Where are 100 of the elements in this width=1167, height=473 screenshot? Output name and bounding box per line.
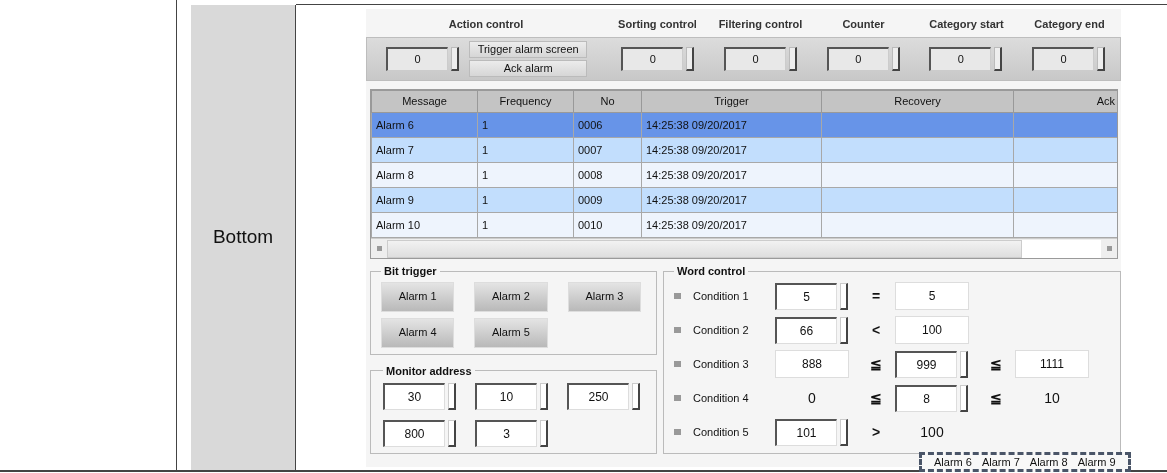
stepper-handle[interactable] <box>1097 47 1106 71</box>
number-field[interactable]: 3 <box>475 420 537 447</box>
group-title: Word control <box>676 264 747 279</box>
table-cell: 1 <box>477 187 574 213</box>
table-cell: 0009 <box>573 187 642 213</box>
stepper-handle[interactable] <box>788 47 797 71</box>
column-header[interactable]: Ack <box>1013 90 1117 113</box>
number-field[interactable]: 0 <box>386 47 449 71</box>
value-box: 5 <box>895 282 969 310</box>
stepper-handle[interactable] <box>540 420 548 447</box>
value-box: 1111 <box>1015 350 1089 378</box>
column-header[interactable]: Frequency <box>477 90 574 113</box>
condition-label: Condition 4 <box>693 390 750 406</box>
condition-label: Condition 2 <box>693 322 750 338</box>
table-cell: 1 <box>477 137 574 163</box>
value-text: 100 <box>919 422 945 442</box>
table-cell: 1 <box>477 162 574 188</box>
value-text: 0 <box>807 388 817 408</box>
table-row[interactable]: Alarm 7 1 0007 14:25:38 09/20/2017 <box>371 137 1117 163</box>
operator-symbol: ≦ <box>990 354 1002 374</box>
table-cell: 14:25:38 09/20/2017 <box>641 112 822 138</box>
stepper-handle[interactable] <box>632 383 640 410</box>
group-title: Bit trigger <box>383 264 438 279</box>
action-button[interactable]: Ack alarm <box>469 60 588 77</box>
stepper-handle[interactable] <box>686 47 695 71</box>
table-row[interactable]: Alarm 10 1 0010 14:25:38 09/20/2017 <box>371 212 1117 238</box>
stepper-handle[interactable] <box>448 420 456 447</box>
alarm-button[interactable]: Alarm 3 <box>567 281 641 312</box>
value-box: 100 <box>895 316 969 344</box>
operator-symbol: ≦ <box>990 388 1002 408</box>
operator-symbol: < <box>871 320 881 340</box>
column-header[interactable]: Trigger <box>641 90 822 113</box>
number-field[interactable]: 10 <box>475 383 537 410</box>
indicator-icon <box>674 395 681 401</box>
table-cell: Alarm 10 <box>371 212 478 238</box>
control-label: Category end <box>1034 16 1105 32</box>
number-field[interactable]: 30 <box>383 383 445 410</box>
indicator-icon <box>674 429 681 435</box>
stepper-handle[interactable] <box>960 384 968 412</box>
stepper-handle[interactable] <box>994 47 1003 71</box>
number-field[interactable]: 101 <box>775 418 837 446</box>
stepper-handle[interactable] <box>891 47 900 71</box>
action-button[interactable]: Trigger alarm screen <box>469 41 588 58</box>
condition-label: Condition 5 <box>693 424 750 440</box>
number-field[interactable]: 800 <box>383 420 445 447</box>
table-cell: 14:25:38 09/20/2017 <box>641 187 822 213</box>
indicator-icon <box>674 293 681 299</box>
operator-symbol: ≦ <box>870 354 882 374</box>
table-cell: Alarm 8 <box>371 162 478 188</box>
number-field[interactable]: 250 <box>567 383 629 410</box>
stepper-handle[interactable] <box>840 282 848 310</box>
value-box: 888 <box>775 350 849 378</box>
row-label-cell: Bottom <box>191 5 296 470</box>
marquee-item: Alarm 9 <box>1077 454 1116 470</box>
column-header[interactable]: No <box>573 90 642 113</box>
table-cell: Alarm 6 <box>371 112 478 138</box>
indicator-icon <box>674 327 681 333</box>
alarm-button[interactable]: Alarm 2 <box>474 281 548 312</box>
number-field[interactable]: 0 <box>826 47 889 71</box>
table-cell: 1 <box>477 212 574 238</box>
operator-symbol: ≦ <box>870 388 882 408</box>
column-header[interactable]: Message <box>371 90 478 113</box>
operator-symbol: > <box>871 422 881 442</box>
indicator-icon <box>674 361 681 367</box>
stepper-handle[interactable] <box>451 47 460 71</box>
control-label: Action control <box>448 16 524 32</box>
number-field[interactable]: 0 <box>621 47 684 71</box>
table-cell: 0010 <box>573 212 642 238</box>
operator-symbol: = <box>871 286 881 306</box>
marquee-item: Alarm 7 <box>981 454 1020 470</box>
table-cell: Alarm 9 <box>371 187 478 213</box>
number-field[interactable]: 0 <box>723 47 786 71</box>
condition-label: Condition 3 <box>693 356 750 372</box>
table-cell: 0006 <box>573 112 642 138</box>
number-field[interactable]: 999 <box>895 350 957 378</box>
stepper-handle[interactable] <box>840 316 848 344</box>
stepper-handle[interactable] <box>840 418 848 446</box>
table-cell: 0007 <box>573 137 642 163</box>
table-row[interactable]: Alarm 9 1 0009 14:25:38 09/20/2017 <box>371 187 1117 213</box>
stepper-handle[interactable] <box>960 350 968 378</box>
marquee-item: Alarm 8 <box>1029 454 1068 470</box>
alarm-button[interactable]: Alarm 5 <box>474 317 548 348</box>
control-label: Counter <box>842 16 885 32</box>
table-cell: 14:25:38 09/20/2017 <box>641 162 822 188</box>
number-field[interactable]: 66 <box>775 316 837 344</box>
number-field[interactable]: 0 <box>1032 47 1095 71</box>
column-header[interactable]: Recovery <box>821 90 1014 113</box>
table-row[interactable]: Alarm 6 1 0006 14:25:38 09/20/2017 <box>371 112 1117 138</box>
number-field[interactable]: 0 <box>929 47 992 71</box>
marquee-item: Alarm 6 <box>934 454 972 470</box>
alarm-button[interactable]: Alarm 1 <box>381 281 455 312</box>
stepper-handle[interactable] <box>448 383 456 410</box>
control-label: Category start <box>929 16 1004 32</box>
number-field[interactable]: 8 <box>895 384 957 412</box>
table-cell: 14:25:38 09/20/2017 <box>641 137 822 163</box>
table-row[interactable]: Alarm 8 1 0008 14:25:38 09/20/2017 <box>371 162 1117 188</box>
alarm-button[interactable]: Alarm 4 <box>381 317 455 348</box>
stepper-handle[interactable] <box>540 383 548 410</box>
number-field[interactable]: 5 <box>775 282 837 310</box>
table-cell: 1 <box>477 112 574 138</box>
